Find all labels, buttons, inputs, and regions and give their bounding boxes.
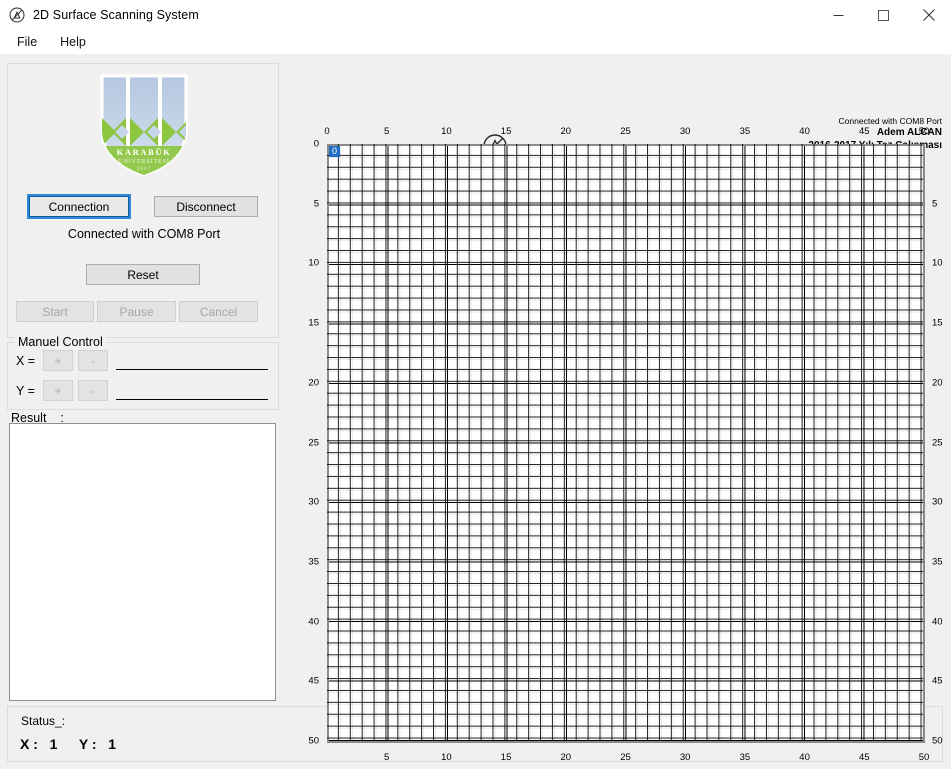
connection-panel: KARABÜK ÜNİVERSİTESİ 2007 Connection Dis… (7, 63, 279, 338)
svg-text:KARABÜK: KARABÜK (117, 147, 172, 157)
x-tick-top-40: 40 (799, 126, 810, 137)
status-y-label: Y : (78, 736, 97, 752)
y-plus-button[interactable]: + (43, 380, 73, 401)
y-tick-left-35: 35 (308, 556, 319, 568)
y-tick-right-20: 20 (932, 377, 943, 389)
y-tick-right-30: 30 (932, 496, 943, 508)
y-tick-left-20: 20 (308, 377, 319, 389)
main-content: KARABÜK ÜNİVERSİTESİ 2007 Connection Dis… (0, 54, 951, 769)
y-tick-right-40: 40 (932, 616, 943, 628)
x-tick-top-5: 5 (384, 126, 390, 137)
y-value-input[interactable] (116, 382, 268, 400)
y-tick-left-10: 10 (308, 257, 319, 269)
x-tick-top-25: 25 (620, 126, 631, 137)
x-tick-bottom-35: 35 (739, 752, 751, 763)
y-axis-label: Y = (16, 384, 35, 398)
grid-axis-bottom (327, 741, 925, 743)
x-tick-top-45: 45 (859, 126, 870, 137)
start-button[interactable]: Start (16, 301, 94, 322)
menu-item-file[interactable]: File (8, 33, 46, 51)
status-label: Status_: (21, 714, 66, 728)
manuel-control-group: X = + - Y = + - (7, 342, 279, 410)
x-tick-bottom-20: 20 (560, 752, 572, 763)
title-bar: 2D Surface Scanning System (0, 0, 951, 30)
y-tick-left-40: 40 (308, 616, 319, 628)
x-tick-bottom-40: 40 (799, 752, 810, 763)
y-tick-left-30: 30 (308, 496, 319, 508)
scan-grid-plot: 0 0 5 10 15 20 25 30 35 40 45 50 5 10 15 20 25 30 35 40 45… (300, 114, 945, 764)
x-tick-top-30: 30 (679, 126, 691, 137)
university-logo: KARABÜK ÜNİVERSİTESİ 2007 (8, 74, 280, 182)
x-tick-top-10: 10 (441, 126, 452, 137)
x-minus-button[interactable]: - (78, 350, 108, 371)
status-y-value: 1 (108, 736, 116, 752)
maximize-icon[interactable] (861, 0, 906, 30)
x-tick-top-50: 50 (918, 126, 930, 137)
grid-axis-right (923, 144, 925, 743)
x-tick-top-0: 0 (324, 126, 330, 137)
y-tick-left-5: 5 (313, 198, 319, 210)
pause-button[interactable]: Pause (97, 301, 176, 322)
reset-button[interactable]: Reset (86, 264, 200, 285)
status-x-label: X : (20, 736, 38, 752)
y-tick-right-25: 25 (932, 437, 943, 448)
x-tick-top-20: 20 (560, 126, 572, 137)
menu-item-help[interactable]: Help (51, 33, 95, 51)
y-tick-left-45: 45 (308, 675, 319, 687)
close-icon[interactable] (906, 0, 951, 30)
minimize-icon[interactable] (816, 0, 861, 30)
selected-cell[interactable]: 0 (329, 146, 340, 157)
y-tick-right-45: 45 (932, 675, 943, 687)
y-tick-right-50: 50 (932, 735, 943, 747)
x-tick-bottom-45: 45 (859, 752, 870, 763)
window-title: 2D Surface Scanning System (33, 8, 199, 22)
disconnect-button[interactable]: Disconnect (154, 196, 258, 217)
x-tick-top-35: 35 (739, 126, 751, 137)
x-tick-bottom-25: 25 (620, 752, 631, 763)
svg-text:2007: 2007 (137, 167, 151, 172)
y-tick-right-10: 10 (932, 257, 943, 269)
y-tick-right-35: 35 (932, 556, 943, 568)
y-tick-right-5: 5 (932, 198, 938, 210)
x-axis-label: X = (16, 354, 36, 368)
connect-button[interactable]: Connection (27, 194, 131, 219)
cancel-button[interactable]: Cancel (179, 301, 258, 322)
connection-status-text: Connected with COM8 Port (67, 227, 221, 241)
x-plus-button[interactable]: + (43, 350, 73, 371)
window-controls (816, 0, 951, 30)
x-tick-bottom-5: 5 (384, 752, 390, 763)
y-tick-left-15: 15 (308, 317, 319, 329)
y-tick-left-50: 50 (308, 735, 319, 747)
scan-grid-canvas[interactable] (327, 144, 924, 741)
y-tick-left-0: 0 (313, 138, 319, 150)
x-tick-bottom-30: 30 (679, 752, 691, 763)
x-value-input[interactable] (116, 352, 268, 370)
x-tick-bottom-15: 15 (500, 752, 512, 763)
x-tick-bottom-50: 50 (918, 752, 930, 763)
y-tick-right-15: 15 (932, 317, 943, 329)
y-minus-button[interactable]: - (78, 380, 108, 401)
status-coordinates: X : 1 Y : 1 (20, 736, 116, 752)
x-tick-top-15: 15 (500, 126, 512, 137)
menu-bar: File Help (0, 30, 951, 54)
app-logo-icon (9, 7, 25, 23)
result-textarea[interactable] (9, 423, 276, 701)
y-tick-left-25: 25 (308, 437, 319, 448)
status-x-value: 1 (49, 736, 58, 752)
x-tick-bottom-10: 10 (441, 752, 452, 763)
svg-text:ÜNİVERSİTESİ: ÜNİVERSİTESİ (118, 158, 169, 165)
